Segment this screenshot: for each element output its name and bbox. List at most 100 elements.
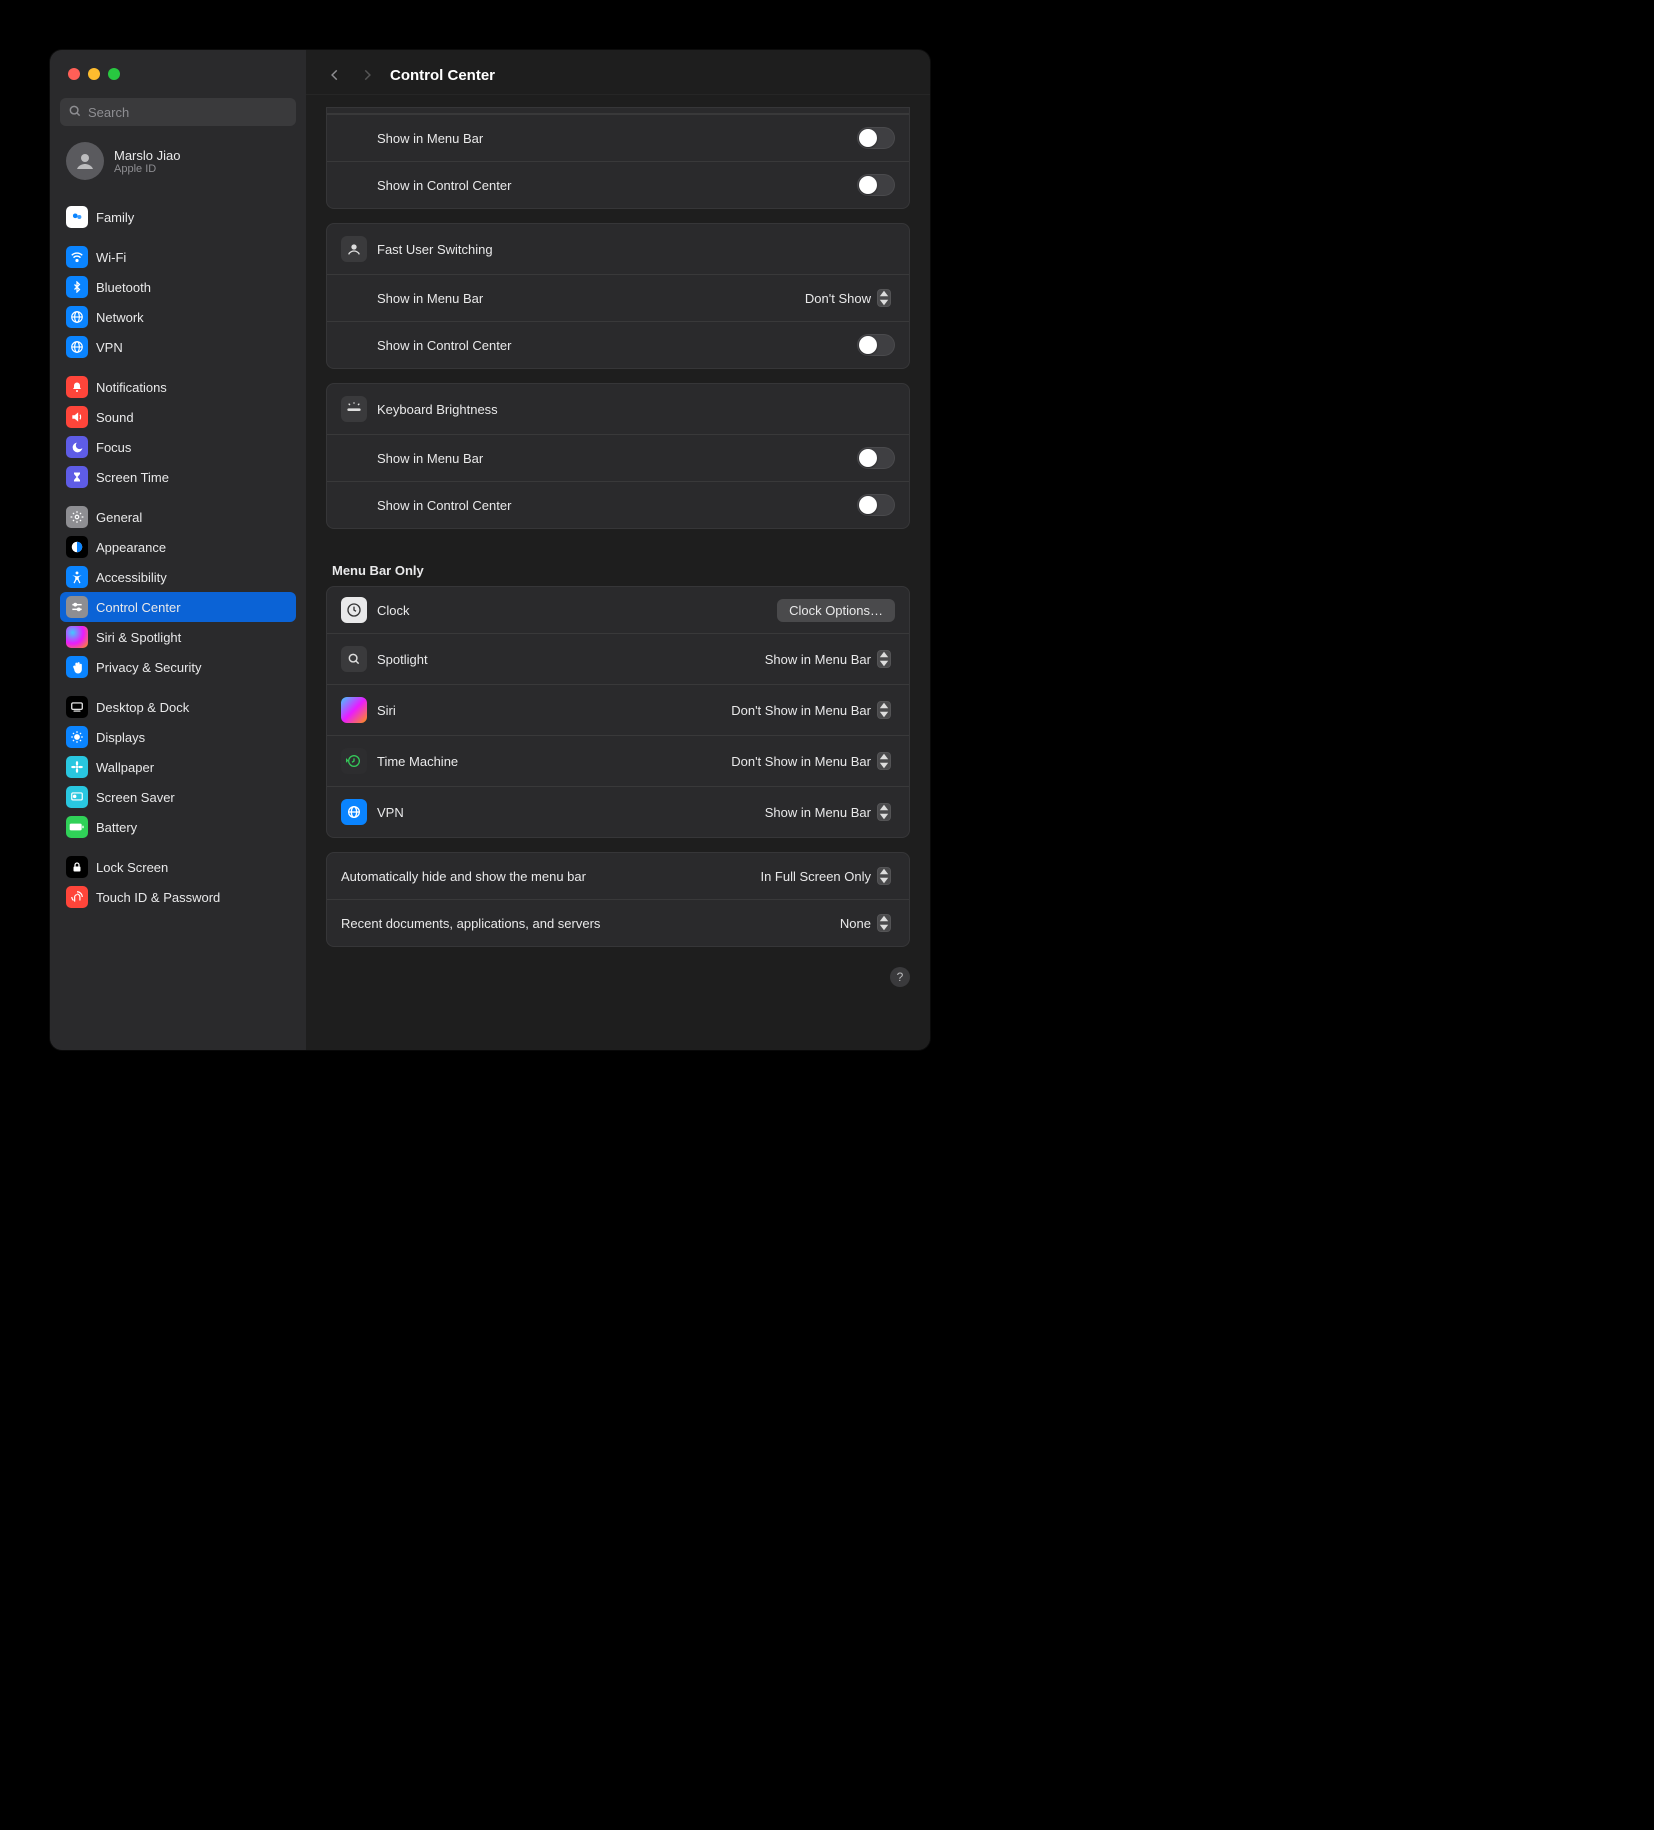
sidebar-item-label: Family xyxy=(96,210,134,225)
sidebar-item-network[interactable]: Network xyxy=(60,302,296,332)
sidebar-item-touch-id-password[interactable]: Touch ID & Password xyxy=(60,882,296,912)
page-title: Control Center xyxy=(390,67,495,84)
row-show-cc: Show in Control Center xyxy=(327,161,909,208)
stepper-icon xyxy=(877,289,891,307)
sidebar-item-wi-fi[interactable]: Wi-Fi xyxy=(60,242,296,272)
toggle-fus-cc[interactable] xyxy=(857,334,895,356)
row-fus-cc: Show in Control Center xyxy=(327,321,909,368)
bluetooth-icon xyxy=(66,276,88,298)
sound-icon xyxy=(66,406,88,428)
account-sub: Apple ID xyxy=(114,163,180,175)
sidebar-item-family[interactable]: Family xyxy=(60,202,296,232)
select-siri[interactable]: Don't Show in Menu Bar xyxy=(727,699,895,721)
fingerprint-icon xyxy=(66,886,88,908)
sidebar-item-label: Battery xyxy=(96,820,137,835)
select-fus-menubar[interactable]: Don't Show xyxy=(801,287,895,309)
sidebar-item-vpn[interactable]: VPN xyxy=(60,332,296,362)
sidebar-item-lock-screen[interactable]: Lock Screen xyxy=(60,852,296,882)
clock-options-button[interactable]: Clock Options… xyxy=(777,599,895,622)
sidebar-item-privacy-security[interactable]: Privacy & Security xyxy=(60,652,296,682)
select-recents[interactable]: None xyxy=(836,912,895,934)
sidebar-item-label: Accessibility xyxy=(96,570,167,585)
vpn-icon xyxy=(341,799,367,825)
spotlight-icon xyxy=(341,646,367,672)
sidebar-item-label: Control Center xyxy=(96,600,181,615)
account-row[interactable]: Marslo Jiao Apple ID xyxy=(60,138,296,192)
row-kbd-menubar: Show in Menu Bar xyxy=(327,434,909,481)
header: Control Center xyxy=(306,50,930,95)
main-pane: Control Center Show in Menu Bar Show in … xyxy=(306,50,930,1050)
siri-icon xyxy=(66,626,88,648)
bell-icon xyxy=(66,376,88,398)
sidebar-item-desktop-dock[interactable]: Desktop & Dock xyxy=(60,692,296,722)
sidebar-item-focus[interactable]: Focus xyxy=(60,432,296,462)
row-show-menubar: Show in Menu Bar xyxy=(327,114,909,161)
search-icon xyxy=(68,104,82,121)
sidebar-item-bluetooth[interactable]: Bluetooth xyxy=(60,272,296,302)
toggle-show-menubar[interactable] xyxy=(857,127,895,149)
forward-button[interactable] xyxy=(358,66,376,84)
help-button[interactable]: ? xyxy=(890,967,910,987)
sidebar-item-label: General xyxy=(96,510,142,525)
toggle-kbd-menubar[interactable] xyxy=(857,447,895,469)
wifi-icon xyxy=(66,246,88,268)
flower-icon xyxy=(66,756,88,778)
sidebar-item-screen-saver[interactable]: Screen Saver xyxy=(60,782,296,812)
sidebar-item-label: Desktop & Dock xyxy=(96,700,189,715)
menubar-behavior-card: Automatically hide and show the menu bar… xyxy=(326,852,910,947)
module-accessibility-shortcuts-card: Show in Menu Bar Show in Control Center xyxy=(326,107,910,209)
close-icon[interactable] xyxy=(68,68,80,80)
sidebar-item-label: Notifications xyxy=(96,380,167,395)
sidebar-item-label: Bluetooth xyxy=(96,280,151,295)
select-vpn[interactable]: Show in Menu Bar xyxy=(761,801,895,823)
sidebar-item-label: Network xyxy=(96,310,144,325)
content-scroll[interactable]: Show in Menu Bar Show in Control Center … xyxy=(306,95,930,1007)
search-input[interactable] xyxy=(88,105,288,120)
toggle-show-cc[interactable] xyxy=(857,174,895,196)
toggle-kbd-cc[interactable] xyxy=(857,494,895,516)
sidebar-item-sound[interactable]: Sound xyxy=(60,402,296,432)
sidebar-nav: Family Wi-Fi Bluetooth Network VPN Notificati… xyxy=(60,192,296,920)
sidebar-item-control-center[interactable]: Control Center xyxy=(60,592,296,622)
sidebar-item-label: Lock Screen xyxy=(96,860,168,875)
sidebar-item-label: Touch ID & Password xyxy=(96,890,220,905)
select-spotlight[interactable]: Show in Menu Bar xyxy=(761,648,895,670)
select-time-machine[interactable]: Don't Show in Menu Bar xyxy=(727,750,895,772)
settings-window: Marslo Jiao Apple ID Family Wi-Fi Bluetoot… xyxy=(50,50,930,1050)
zoom-icon[interactable] xyxy=(108,68,120,80)
sidebar-item-screen-time[interactable]: Screen Time xyxy=(60,462,296,492)
appearance-icon xyxy=(66,536,88,558)
stepper-icon xyxy=(877,914,891,932)
stepper-icon xyxy=(877,867,891,885)
sidebar-item-accessibility[interactable]: Accessibility xyxy=(60,562,296,592)
sidebar-item-siri-spotlight[interactable]: Siri & Spotlight xyxy=(60,622,296,652)
accessibility-icon xyxy=(66,566,88,588)
back-button[interactable] xyxy=(326,66,344,84)
select-autohide[interactable]: In Full Screen Only xyxy=(756,865,895,887)
fast-user-switching-icon xyxy=(341,236,367,262)
row-kbd-cc: Show in Control Center xyxy=(327,481,909,528)
battery-icon xyxy=(66,816,88,838)
sidebar-item-appearance[interactable]: Appearance xyxy=(60,532,296,562)
module-fast-user-switching: Fast User Switching Show in Menu Bar Don… xyxy=(326,223,910,369)
sidebar-item-displays[interactable]: Displays xyxy=(60,722,296,752)
sidebar-item-notifications[interactable]: Notifications xyxy=(60,372,296,402)
sidebar: Marslo Jiao Apple ID Family Wi-Fi Bluetoot… xyxy=(50,50,306,1050)
sidebar-item-label: Screen Saver xyxy=(96,790,175,805)
menu-bar-only-card: Clock Clock Options… Spotlight Show in M… xyxy=(326,586,910,838)
account-name: Marslo Jiao xyxy=(114,148,180,163)
sidebar-item-battery[interactable]: Battery xyxy=(60,812,296,842)
module-keyboard-brightness: Keyboard Brightness Show in Menu Bar Sho… xyxy=(326,383,910,529)
siri-icon xyxy=(341,697,367,723)
sidebar-item-general[interactable]: General xyxy=(60,502,296,532)
dock-icon xyxy=(66,696,88,718)
sidebar-item-label: Focus xyxy=(96,440,131,455)
sidebar-item-label: VPN xyxy=(96,340,123,355)
sidebar-item-wallpaper[interactable]: Wallpaper xyxy=(60,752,296,782)
moon-icon xyxy=(66,436,88,458)
minimize-icon[interactable] xyxy=(88,68,100,80)
hourglass-icon xyxy=(66,466,88,488)
search-field[interactable] xyxy=(60,98,296,126)
row-fus-menubar: Show in Menu Bar Don't Show xyxy=(327,274,909,321)
sidebar-item-label: Siri & Spotlight xyxy=(96,630,181,645)
